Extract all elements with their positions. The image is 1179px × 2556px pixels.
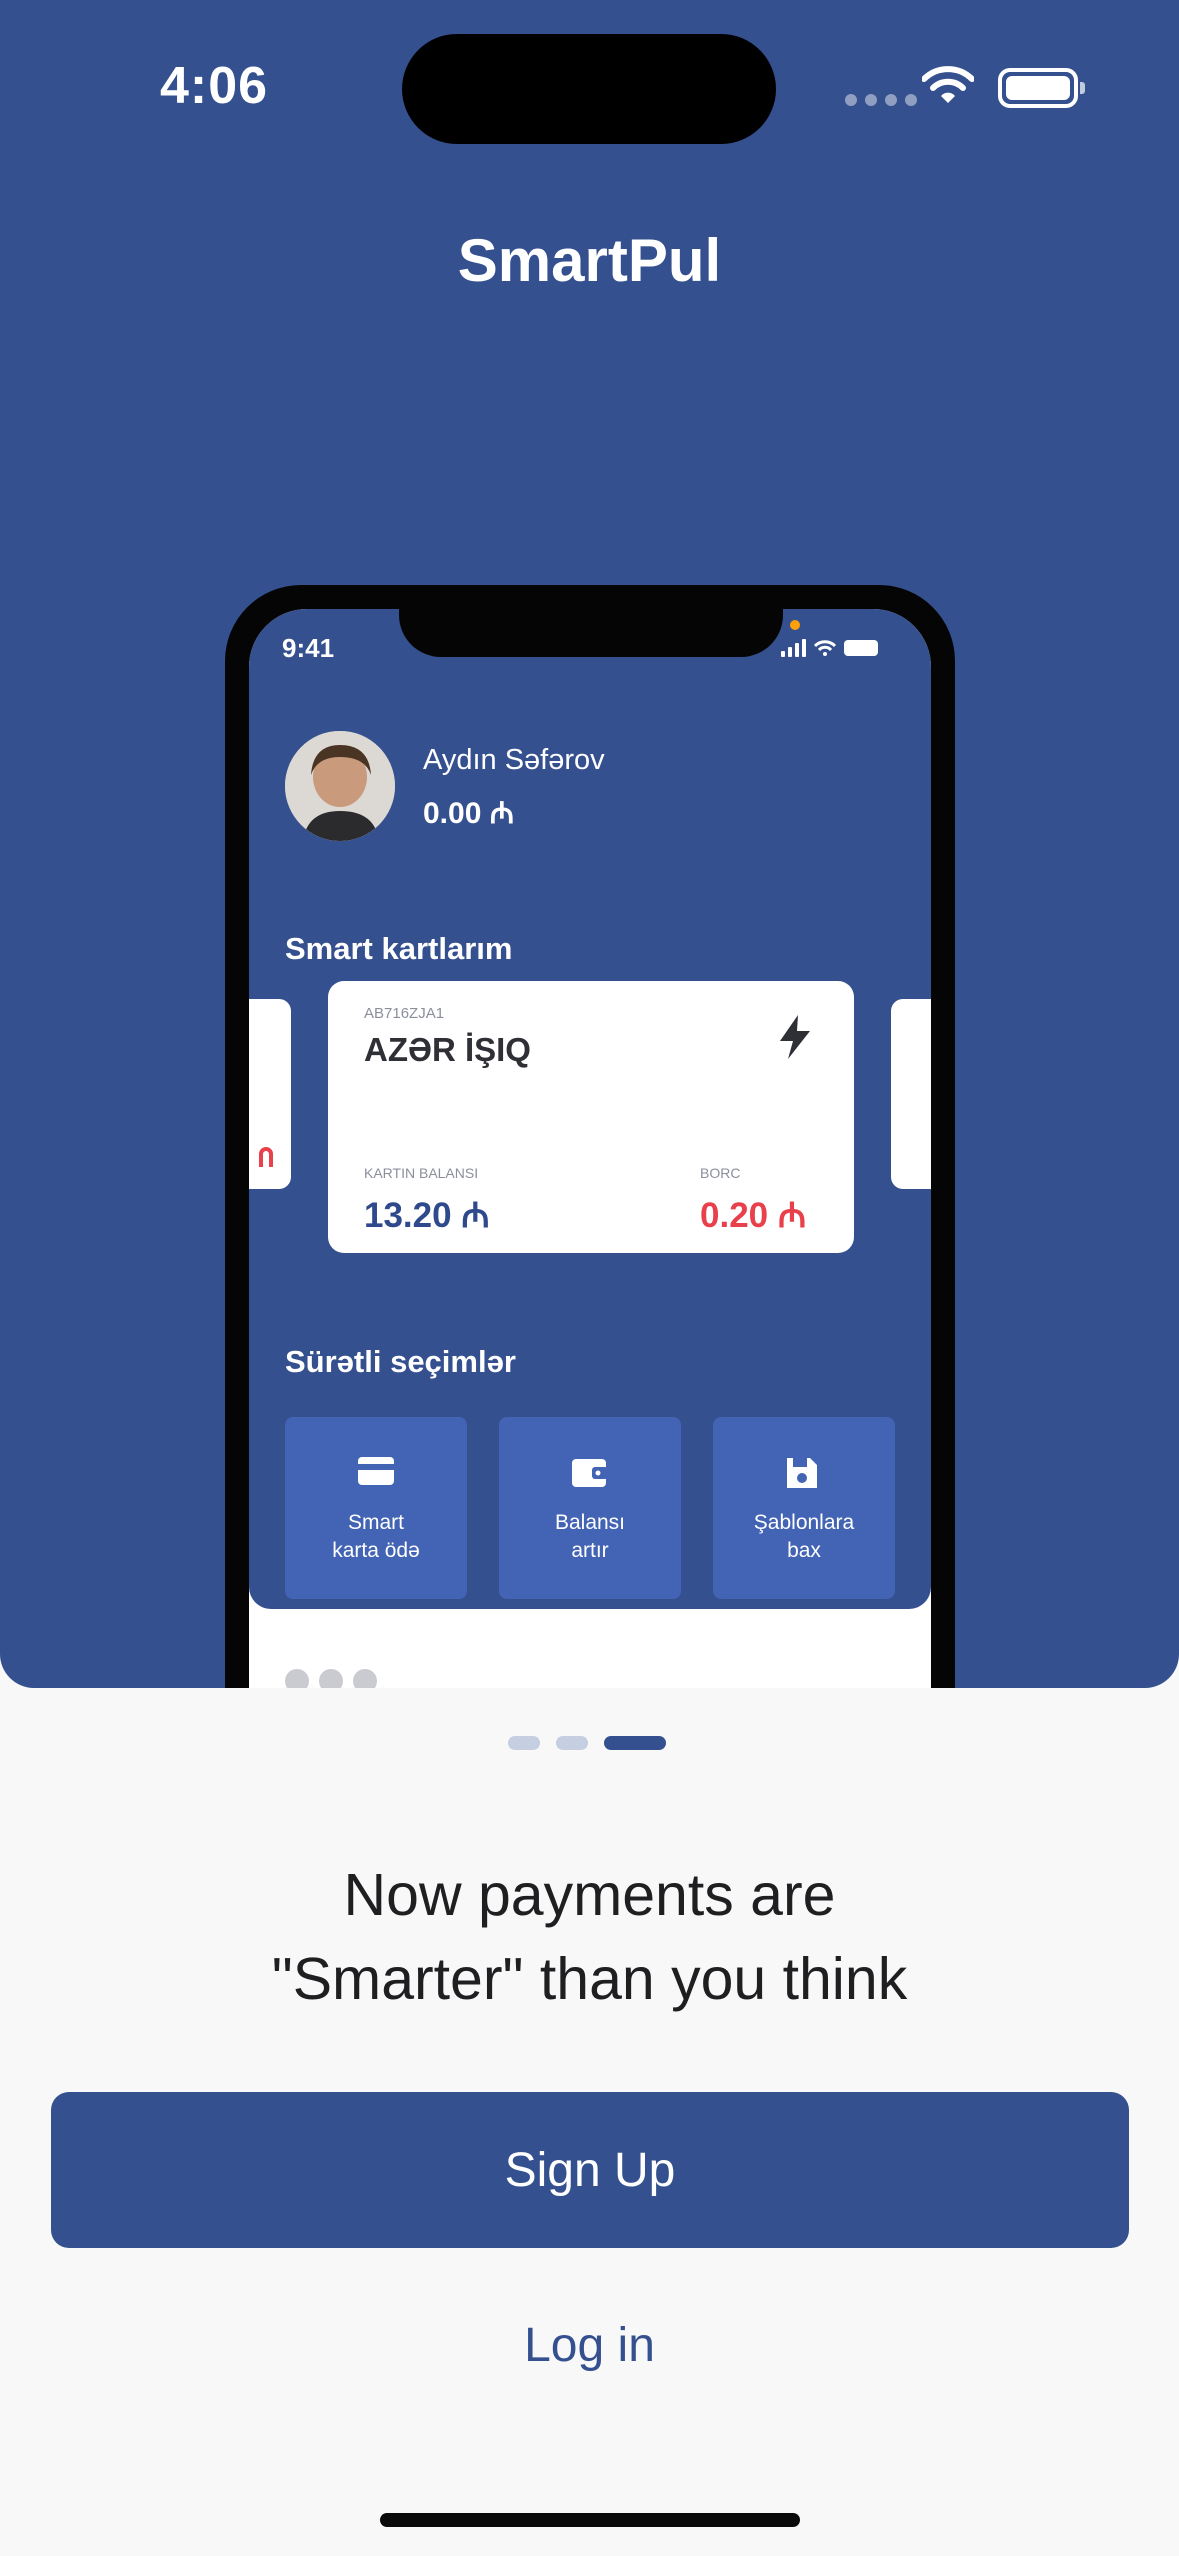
quick-top-up[interactable]: Balansı artır — [499, 1417, 681, 1599]
phone-notch — [399, 609, 783, 657]
log-in-link[interactable]: Log in — [0, 2318, 1179, 2373]
card-balance-label: KARTIN BALANSI — [364, 1165, 479, 1181]
mockup-status-icons — [781, 639, 878, 657]
mockup-signal-icon — [781, 639, 806, 657]
mockup-battery-icon — [844, 640, 878, 656]
card-debt-label: BORC — [700, 1165, 741, 1181]
quick-section-title: Sürətli seçimlər — [285, 1344, 516, 1379]
dynamic-island — [402, 34, 776, 144]
page-dot-active[interactable] — [604, 1736, 666, 1750]
quick-pay-card[interactable]: Smart karta ödə — [285, 1417, 467, 1599]
quick-templates[interactable]: Şablonlara bax — [713, 1417, 895, 1599]
quick-templates-label: Şablonlara bax — [753, 1511, 855, 1562]
save-icon — [787, 1458, 817, 1488]
hero-banner: 4:06 SmartPul 9:41 Aydın Səfərov 0.00 ₼ … — [0, 0, 1179, 1688]
card-name: AZƏR İŞIQ — [364, 1031, 531, 1068]
cards-section-title: Smart kartlarım — [285, 931, 513, 966]
user-balance: 0.00 ₼ — [423, 797, 515, 830]
mockup-lower-content — [285, 1669, 485, 1688]
home-indicator[interactable] — [380, 2513, 800, 2527]
page-indicator — [508, 1736, 666, 1750]
wifi-icon — [922, 66, 974, 103]
mockup-privacy-dot — [790, 620, 800, 630]
status-time: 4:06 — [160, 57, 269, 115]
battery-icon — [998, 68, 1085, 108]
card-icon — [358, 1457, 394, 1485]
phone-screen: 9:41 Aydın Səfərov 0.00 ₼ Smart kartları… — [249, 609, 931, 1688]
mockup-header: 9:41 Aydın Səfərov 0.00 ₼ Smart kartları… — [249, 609, 931, 1609]
user-name: Aydın Səfərov — [423, 744, 605, 776]
mockup-wifi-icon — [814, 640, 836, 656]
card-prev[interactable] — [249, 999, 291, 1189]
onboarding-headline: Now payments are "Smarter" than you thin… — [271, 1862, 908, 2012]
card-balance-value: 13.20 ₼ — [364, 1196, 490, 1235]
card-code: AB716ZJA1 — [364, 1005, 445, 1022]
page-dot[interactable] — [508, 1736, 540, 1750]
avatar — [285, 731, 395, 841]
app-title: SmartPul — [457, 227, 722, 294]
card-next[interactable] — [891, 999, 931, 1189]
quick-top-up-label: Balansı artır — [554, 1511, 626, 1562]
mockup-status-time: 9:41 — [282, 633, 335, 663]
phone-mockup: 9:41 Aydın Səfərov 0.00 ₼ Smart kartları… — [225, 585, 955, 1688]
card-debt-value: 0.20 ₼ — [700, 1196, 807, 1235]
wallet-icon — [572, 1459, 608, 1487]
page-dot[interactable] — [556, 1736, 588, 1750]
smart-card[interactable]: AB716ZJA1 AZƏR İŞIQ KARTIN BALANSI 13.20… — [328, 981, 854, 1253]
lightning-icon — [780, 1015, 810, 1059]
cellular-signal-icon — [845, 94, 917, 106]
quick-pay-card-label: Smart karta ödə — [332, 1511, 420, 1562]
sign-up-button[interactable]: Sign Up — [51, 2092, 1129, 2248]
